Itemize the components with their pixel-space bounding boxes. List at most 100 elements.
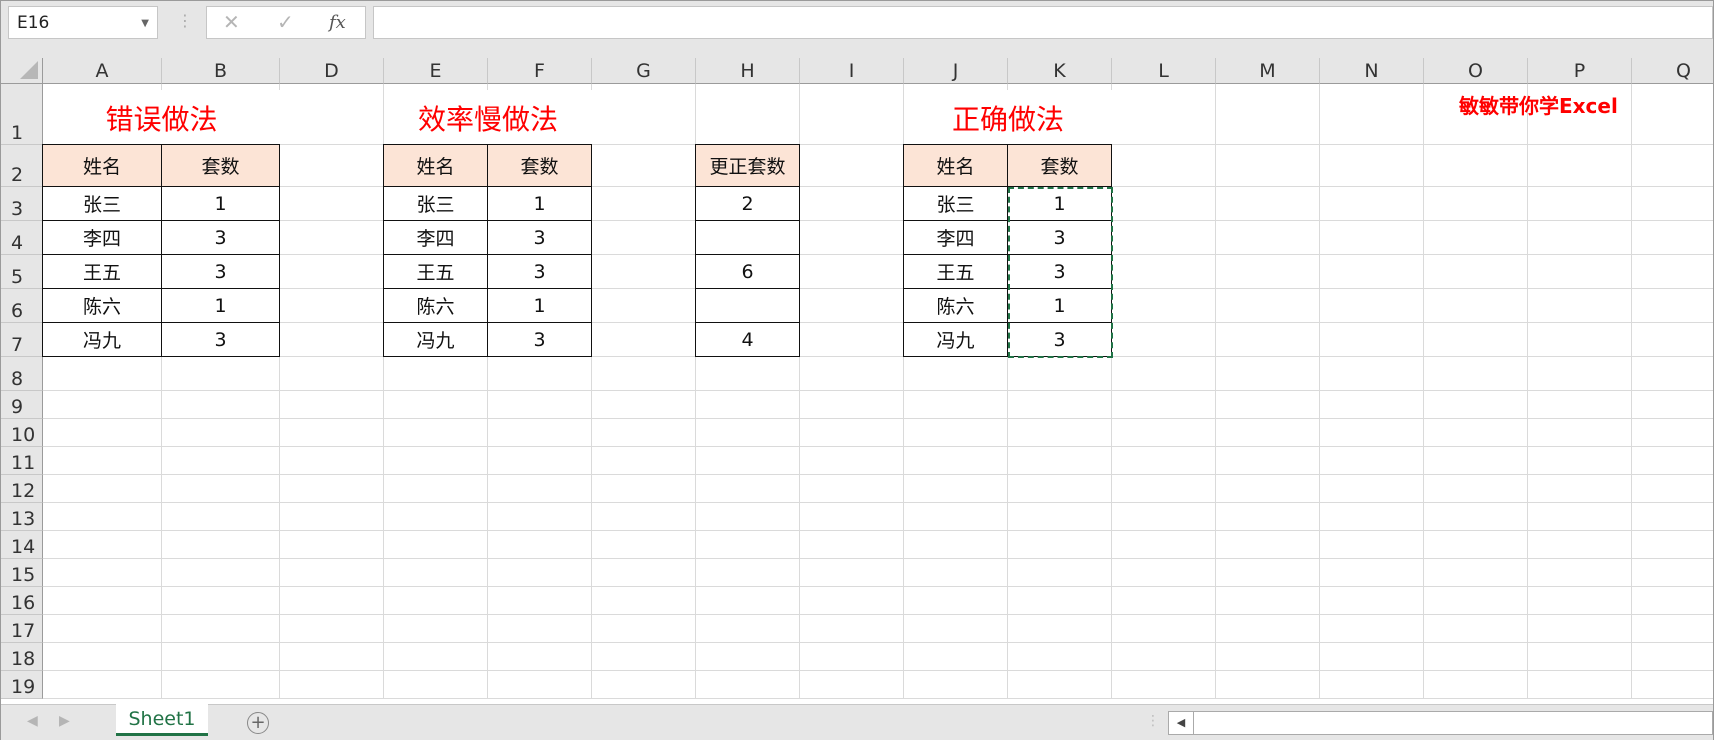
cell[interactable]	[1216, 587, 1320, 615]
cell[interactable]	[1632, 447, 1713, 475]
row-header-1[interactable]: 1	[1, 84, 43, 145]
cell[interactable]	[280, 559, 384, 587]
column-header-O[interactable]: O	[1424, 58, 1528, 84]
cell[interactable]	[592, 187, 696, 221]
cell[interactable]	[800, 475, 904, 503]
cell[interactable]	[488, 531, 592, 559]
cell[interactable]	[696, 615, 800, 643]
cell[interactable]	[904, 531, 1008, 559]
cell[interactable]	[384, 559, 488, 587]
cell[interactable]	[280, 475, 384, 503]
cell[interactable]	[1320, 84, 1424, 145]
cell[interactable]	[592, 447, 696, 475]
cell[interactable]	[280, 671, 384, 699]
cell[interactable]	[1320, 357, 1424, 391]
cell[interactable]	[162, 643, 280, 671]
cell[interactable]	[592, 671, 696, 699]
cell[interactable]	[280, 289, 384, 323]
cell[interactable]	[1112, 391, 1216, 419]
cell[interactable]	[1424, 323, 1528, 357]
table-cell[interactable]: 1	[487, 186, 592, 221]
table-cell[interactable]: 1	[487, 288, 592, 323]
cell[interactable]	[488, 615, 592, 643]
cell[interactable]	[488, 671, 592, 699]
cell[interactable]	[1216, 475, 1320, 503]
cell[interactable]	[1632, 357, 1713, 391]
cell[interactable]	[1528, 419, 1632, 447]
cell[interactable]	[1424, 559, 1528, 587]
table-cell[interactable]: 冯九	[383, 322, 488, 357]
cell[interactable]	[904, 419, 1008, 447]
cell[interactable]	[43, 357, 162, 391]
cell[interactable]	[904, 559, 1008, 587]
cell[interactable]	[1216, 289, 1320, 323]
drag-handle-icon[interactable]: ⋮	[177, 11, 193, 30]
cell[interactable]	[384, 587, 488, 615]
cell[interactable]	[1632, 323, 1713, 357]
cell[interactable]	[1424, 503, 1528, 531]
table-cell[interactable]: 3	[487, 254, 592, 289]
cell[interactable]	[592, 84, 696, 145]
cell[interactable]	[904, 357, 1008, 391]
row-header-5[interactable]: 5	[1, 255, 43, 289]
cell[interactable]	[1112, 145, 1216, 187]
row-header-14[interactable]: 14	[1, 531, 43, 559]
cell[interactable]	[1528, 531, 1632, 559]
cell[interactable]	[800, 419, 904, 447]
cell[interactable]	[592, 559, 696, 587]
cell[interactable]	[1424, 391, 1528, 419]
cell[interactable]	[592, 289, 696, 323]
cell[interactable]	[592, 587, 696, 615]
cell[interactable]	[1424, 671, 1528, 699]
cell[interactable]	[43, 391, 162, 419]
table-cell[interactable]: 3	[161, 322, 280, 357]
column-header-K[interactable]: K	[1008, 58, 1112, 84]
cell[interactable]	[1008, 475, 1112, 503]
cell[interactable]	[1424, 615, 1528, 643]
cell[interactable]	[1112, 503, 1216, 531]
cell[interactable]	[1632, 187, 1713, 221]
cell[interactable]	[162, 447, 280, 475]
cell[interactable]	[800, 255, 904, 289]
column-header-A[interactable]: A	[43, 58, 162, 84]
cell[interactable]	[592, 323, 696, 357]
cell[interactable]	[280, 84, 384, 145]
cell[interactable]	[1112, 84, 1216, 145]
tab-sheet1[interactable]: Sheet1	[116, 704, 208, 736]
table-cell[interactable]: 1	[1007, 288, 1112, 323]
cell[interactable]	[1632, 255, 1713, 289]
scroll-left-icon[interactable]: ◀	[1169, 712, 1194, 734]
cell[interactable]	[800, 503, 904, 531]
column-header-B[interactable]: B	[162, 58, 280, 84]
table-header-cell[interactable]: 更正套数	[695, 144, 800, 187]
row-header-13[interactable]: 13	[1, 503, 43, 531]
formula-input[interactable]	[373, 6, 1713, 39]
cell[interactable]	[280, 587, 384, 615]
cell[interactable]	[280, 221, 384, 255]
cell[interactable]	[592, 643, 696, 671]
cell[interactable]	[1216, 671, 1320, 699]
row-header-18[interactable]: 18	[1, 643, 43, 671]
cell[interactable]	[162, 391, 280, 419]
column-header-P[interactable]: P	[1528, 58, 1632, 84]
table-header-cell[interactable]: 姓名	[383, 144, 488, 187]
table-cell[interactable]: 陈六	[903, 288, 1008, 323]
cell[interactable]	[1008, 531, 1112, 559]
table-cell[interactable]: 张三	[903, 186, 1008, 221]
row-header-17[interactable]: 17	[1, 615, 43, 643]
column-header-N[interactable]: N	[1320, 58, 1424, 84]
add-sheet-icon[interactable]: +	[247, 712, 269, 734]
cell[interactable]	[384, 475, 488, 503]
table-cell[interactable]: 1	[161, 186, 280, 221]
cell[interactable]	[1112, 559, 1216, 587]
cell[interactable]	[43, 503, 162, 531]
cell[interactable]	[1216, 559, 1320, 587]
cell[interactable]	[1216, 419, 1320, 447]
cell[interactable]	[1112, 475, 1216, 503]
column-header-G[interactable]: G	[592, 58, 696, 84]
column-header-J[interactable]: J	[904, 58, 1008, 84]
horizontal-scrollbar[interactable]: ◀	[1168, 711, 1713, 735]
name-box[interactable]: E16 ▼	[8, 6, 158, 39]
cell[interactable]	[162, 357, 280, 391]
cell[interactable]	[1528, 615, 1632, 643]
